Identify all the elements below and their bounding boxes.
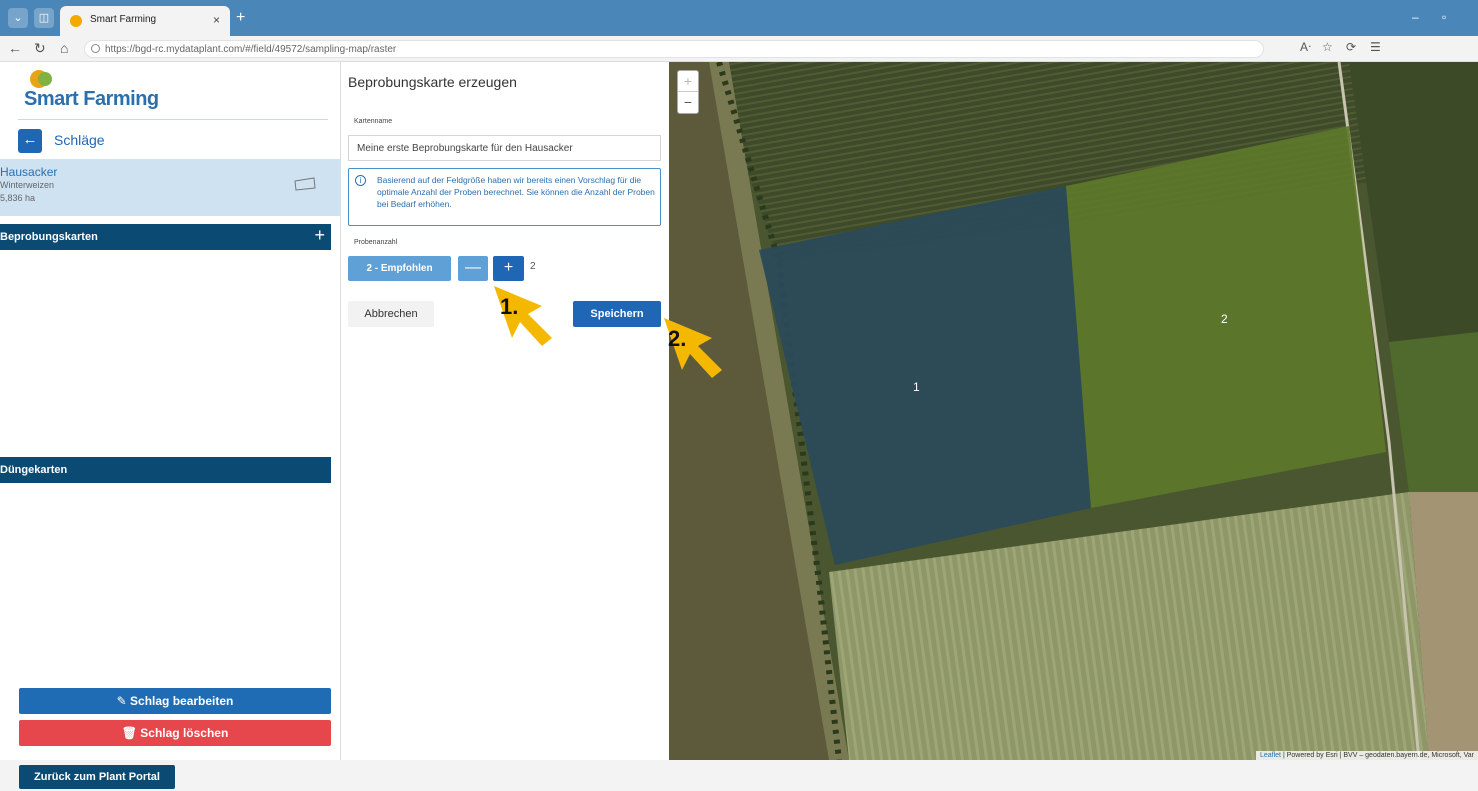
form-title: Beprobungskarte erzeugen — [348, 74, 517, 90]
callout-2: 2. — [662, 316, 732, 386]
recommended-count-button[interactable]: 2 - Empfohlen — [348, 256, 451, 281]
address-bar: ← ↻ ⌂ https://bgd-rc.mydataplant.com/#/f… — [0, 36, 1478, 62]
section-fertilizer-maps: Düngekarten — [0, 457, 331, 483]
field-area: 5,836 ha — [0, 193, 36, 203]
sample-count-value: 2 — [530, 261, 536, 272]
zone-label-2: 2 — [1221, 312, 1228, 326]
browser-tab-bar: ⌄ ◫ Smart Farming × + – ▫ — [0, 0, 1478, 36]
back-button[interactable]: ← — [18, 129, 42, 153]
zoom-out-button[interactable]: − — [678, 92, 698, 113]
back-to-portal-button[interactable]: Zurück zum Plant Portal — [19, 765, 175, 789]
back-label[interactable]: Schläge — [54, 132, 105, 148]
section-label: Beprobungskarten — [0, 231, 98, 243]
workspaces-icon[interactable]: ◫ — [34, 8, 54, 28]
brand-name: Smart Farming — [24, 88, 159, 110]
increase-count-button[interactable]: + — [493, 256, 524, 281]
favorite-star-icon[interactable]: ☆ — [1322, 40, 1333, 54]
favicon-icon — [70, 15, 82, 27]
add-sampling-map-icon[interactable]: + — [314, 225, 325, 246]
leaflet-link[interactable]: Leaflet — [1260, 752, 1281, 759]
callout-1: 1. — [492, 284, 562, 354]
bottom-bar: Zurück zum Plant Portal — [0, 760, 1478, 791]
edit-field-button[interactable]: ✎ Schlag bearbeiten — [19, 688, 331, 714]
section-label: Düngekarten — [0, 464, 68, 476]
attribution-text: | Powered by Esri | BVV – geodaten.bayer… — [1282, 752, 1474, 759]
delete-field-label: Schlag löschen — [140, 726, 229, 740]
map-view[interactable]: 1 2 + − Leaflet | Powered by Esri | BVV … — [669, 62, 1478, 760]
reload-icon[interactable]: ↻ — [34, 40, 46, 57]
zoom-in-button[interactable]: + — [678, 71, 698, 92]
logo: Smart Farming — [18, 70, 328, 120]
url-field[interactable]: https://bgd-rc.mydataplant.com/#/field/4… — [84, 40, 1264, 58]
cancel-button[interactable]: Abbrechen — [348, 301, 434, 327]
map-name-input[interactable]: Meine erste Beprobungskarte für den Haus… — [348, 135, 661, 161]
delete-field-button[interactable]: 🗑 Schlag löschen — [19, 720, 331, 746]
callout-number: 1. — [500, 294, 519, 319]
minimize-icon[interactable]: – — [1412, 10, 1419, 24]
zoom-control: + − — [677, 70, 699, 114]
field-card[interactable]: Hausacker Winterweizen 5,836 ha — [0, 159, 341, 216]
decrease-count-button[interactable]: — — [458, 256, 488, 281]
edit-icon: ✎ — [116, 694, 127, 708]
trash-icon: 🗑 — [121, 726, 137, 740]
back-nav-icon[interactable]: ← — [8, 40, 22, 56]
sidebar: Smart Farming ← Schläge Hausacker Winter… — [0, 62, 341, 760]
lock-icon — [91, 44, 100, 53]
sampling-map-form: Beprobungskarte erzeugen Kartenname Mein… — [341, 62, 669, 760]
url-text: https://bgd-rc.mydataplant.com/#/field/4… — [105, 44, 397, 55]
callout-number: 2. — [668, 326, 687, 351]
satellite-map — [669, 62, 1478, 760]
info-icon: i — [355, 175, 366, 186]
map-attribution: Leaflet | Powered by Esri | BVV – geodat… — [1255, 751, 1478, 760]
field-name: Hausacker — [0, 165, 58, 179]
read-aloud-icon[interactable]: Aᐧ — [1300, 40, 1311, 54]
field-shape-icon — [294, 177, 316, 191]
info-box: i Basierend auf der Feldgröße haben wir … — [348, 168, 661, 226]
section-sampling-maps: Beprobungskarten + — [0, 224, 331, 250]
home-icon[interactable]: ⌂ — [60, 40, 68, 56]
edit-field-label: Schlag bearbeiten — [130, 694, 234, 708]
extensions-icon[interactable]: ⟳ — [1346, 40, 1356, 54]
maximize-icon[interactable]: ▫ — [1442, 10, 1446, 24]
close-tab-icon[interactable]: × — [213, 13, 220, 27]
sample-count-label: Probenanzahl — [354, 239, 398, 246]
map-name-label: Kartenname — [354, 118, 393, 125]
favorites-bar-icon[interactable]: ☰ — [1370, 40, 1381, 54]
save-button[interactable]: Speichern — [573, 301, 661, 327]
tab-actions-icon[interactable]: ⌄ — [8, 8, 28, 28]
logo-dot-green — [38, 72, 52, 86]
browser-tab[interactable]: Smart Farming × — [60, 6, 230, 36]
info-text: Basierend auf der Feldgröße haben wir be… — [377, 175, 655, 209]
zone-label-1: 1 — [913, 380, 920, 394]
field-crop: Winterweizen — [0, 180, 55, 190]
tab-title: Smart Farming — [90, 14, 157, 25]
new-tab-icon[interactable]: + — [236, 9, 245, 27]
